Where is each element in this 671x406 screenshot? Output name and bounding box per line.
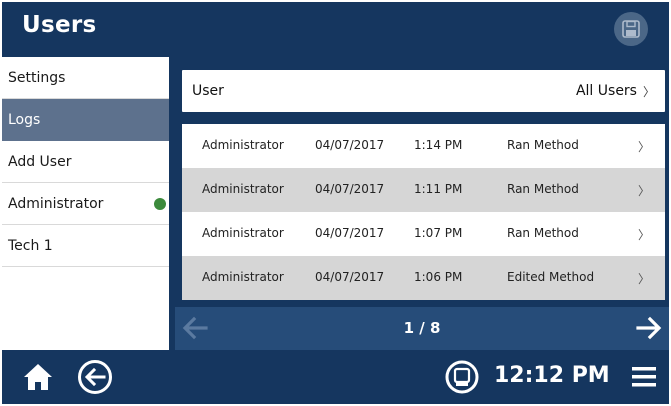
- row-action: Edited Method: [507, 270, 595, 284]
- footer-bar: 12:12 PM: [2, 350, 669, 404]
- hamburger-menu-icon[interactable]: [632, 366, 656, 388]
- pagination-bar: 1 / 8: [175, 307, 669, 350]
- row-user: Administrator: [202, 270, 284, 284]
- row-user: Administrator: [202, 226, 284, 240]
- page-indicator: 1 / 8: [403, 319, 441, 337]
- sidebar-item-administrator[interactable]: Administrator: [2, 183, 169, 225]
- table-row[interactable]: Administrator 04/07/2017 1:06 PM Edited …: [182, 256, 665, 300]
- arrow-right-icon[interactable]: [635, 315, 663, 341]
- clock-time: 12:12 PM: [494, 363, 610, 388]
- row-date: 04/07/2017: [315, 270, 385, 284]
- row-action: Ran Method: [507, 226, 579, 240]
- row-time: 1:06 PM: [414, 270, 463, 284]
- row-date: 04/07/2017: [315, 182, 385, 196]
- save-icon: [622, 20, 640, 38]
- sidebar-item-tech-1[interactable]: Tech 1: [2, 225, 169, 267]
- page-title: Users: [22, 12, 97, 38]
- logs-table: Administrator 04/07/2017 1:14 PM Ran Met…: [182, 124, 665, 300]
- back-circle-icon[interactable]: [77, 359, 113, 395]
- chevron-right-icon: 〉: [638, 140, 651, 154]
- chevron-right-icon: 〉: [638, 228, 651, 242]
- device-icon[interactable]: [445, 360, 479, 394]
- sidebar-item-label: Administrator: [8, 195, 104, 212]
- row-time: 1:11 PM: [414, 182, 463, 196]
- row-time: 1:07 PM: [414, 226, 463, 240]
- sidebar-item-settings[interactable]: Settings: [2, 57, 169, 99]
- table-row[interactable]: Administrator 04/07/2017 1:11 PM Ran Met…: [182, 168, 665, 212]
- status-dot: [154, 198, 166, 210]
- user-filter-row[interactable]: User All Users 〉: [182, 70, 665, 112]
- main-panel: User All Users 〉 Administrator 04/07/201…: [175, 57, 669, 350]
- sidebar: Settings Logs Add User Administrator Tec…: [2, 57, 169, 350]
- chevron-right-icon: 〉: [638, 272, 651, 286]
- sidebar-item-add-user[interactable]: Add User: [2, 141, 169, 183]
- row-user: Administrator: [202, 138, 284, 152]
- filter-label: User: [192, 83, 224, 99]
- row-time: 1:14 PM: [414, 138, 463, 152]
- app-frame: Users Settings Logs Add User Administrat…: [2, 2, 669, 404]
- sidebar-item-label: Tech 1: [8, 237, 53, 254]
- header-bar: Users: [2, 2, 669, 57]
- sidebar-item-logs[interactable]: Logs: [2, 99, 169, 141]
- filter-value: All Users: [575, 83, 637, 99]
- sidebar-item-label: Add User: [8, 153, 72, 170]
- chevron-right-icon: 〉: [638, 184, 651, 198]
- table-row[interactable]: Administrator 04/07/2017 1:14 PM Ran Met…: [182, 124, 665, 168]
- chevron-right-icon: 〉: [642, 84, 655, 99]
- row-action: Ran Method: [507, 138, 579, 152]
- save-button[interactable]: [614, 12, 648, 46]
- row-action: Ran Method: [507, 182, 579, 196]
- sidebar-item-label: Logs: [8, 111, 41, 128]
- row-date: 04/07/2017: [315, 226, 385, 240]
- home-icon[interactable]: [22, 362, 54, 392]
- row-user: Administrator: [202, 182, 284, 196]
- row-date: 04/07/2017: [315, 138, 385, 152]
- sidebar-item-label: Settings: [8, 69, 66, 86]
- table-row[interactable]: Administrator 04/07/2017 1:07 PM Ran Met…: [182, 212, 665, 256]
- filter-value-group: All Users 〉: [576, 83, 655, 100]
